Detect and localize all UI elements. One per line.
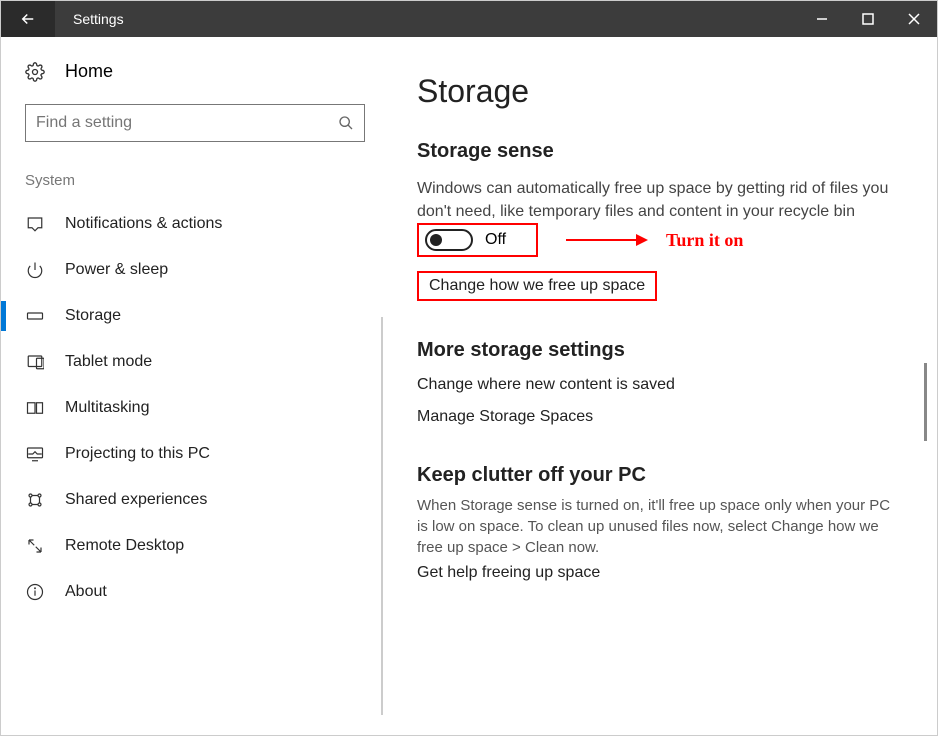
manage-storage-spaces-link[interactable]: Manage Storage Spaces bbox=[417, 408, 593, 426]
change-free-up-link[interactable]: Change how we free up space bbox=[429, 277, 645, 295]
nav-projecting[interactable]: Projecting to this PC bbox=[25, 431, 381, 477]
get-help-link[interactable]: Get help freeing up space bbox=[417, 564, 600, 582]
toggle-state-label: Off bbox=[485, 231, 506, 249]
home-button[interactable]: Home bbox=[25, 61, 381, 82]
nav-power[interactable]: Power & sleep bbox=[25, 247, 381, 293]
clutter-desc: When Storage sense is turned on, it'll f… bbox=[417, 495, 897, 558]
projecting-icon bbox=[25, 445, 45, 463]
nav-storage[interactable]: Storage bbox=[25, 293, 381, 339]
maximize-button[interactable] bbox=[845, 1, 891, 37]
nav-remote[interactable]: Remote Desktop bbox=[25, 523, 381, 569]
maximize-icon bbox=[862, 13, 874, 25]
back-button[interactable] bbox=[1, 1, 55, 37]
main-panel: Storage Storage sense Windows can automa… bbox=[381, 37, 937, 735]
window-title: Settings bbox=[73, 11, 124, 27]
home-label: Home bbox=[65, 61, 113, 82]
nav-label: Shared experiences bbox=[65, 491, 207, 509]
nav-label: Storage bbox=[65, 307, 121, 325]
toggle-knob bbox=[430, 234, 442, 246]
nav-label: Projecting to this PC bbox=[65, 445, 210, 463]
message-icon bbox=[25, 215, 45, 233]
nav-label: Power & sleep bbox=[65, 261, 168, 279]
gear-icon bbox=[25, 62, 45, 82]
search-input[interactable] bbox=[25, 104, 365, 142]
nav-shared[interactable]: Shared experiences bbox=[25, 477, 381, 523]
nav-label: Remote Desktop bbox=[65, 537, 184, 555]
nav-about[interactable]: About bbox=[25, 569, 381, 615]
section-storage-sense-heading: Storage sense bbox=[417, 140, 901, 163]
search-field[interactable] bbox=[36, 114, 338, 132]
close-button[interactable] bbox=[891, 1, 937, 37]
annotation-box-toggle: Off bbox=[417, 223, 538, 257]
arrow-left-icon bbox=[19, 10, 37, 28]
section-more-settings-heading: More storage settings bbox=[417, 339, 901, 362]
change-content-saved-link[interactable]: Change where new content is saved bbox=[417, 376, 675, 394]
nav-label: About bbox=[65, 583, 107, 601]
shared-icon bbox=[25, 491, 45, 509]
annotation-box-link: Change how we free up space bbox=[417, 271, 657, 301]
scrollbar[interactable] bbox=[924, 363, 927, 441]
multitasking-icon bbox=[25, 399, 45, 417]
storage-sense-toggle[interactable] bbox=[425, 229, 473, 251]
nav-multitasking[interactable]: Multitasking bbox=[25, 385, 381, 431]
section-clutter-heading: Keep clutter off your PC bbox=[417, 464, 901, 487]
minimize-button[interactable] bbox=[799, 1, 845, 37]
nav-label: Multitasking bbox=[65, 399, 149, 417]
sidebar: Home System Notifications & actions Powe… bbox=[1, 37, 381, 735]
titlebar: Settings bbox=[1, 1, 937, 37]
nav-label: Notifications & actions bbox=[65, 215, 222, 233]
remote-icon bbox=[25, 537, 45, 555]
search-icon bbox=[338, 115, 354, 131]
nav-notifications[interactable]: Notifications & actions bbox=[25, 201, 381, 247]
storage-sense-desc: Windows can automatically free up space … bbox=[417, 177, 897, 223]
page-title: Storage bbox=[417, 73, 901, 110]
nav-label: Tablet mode bbox=[65, 353, 152, 371]
storage-icon bbox=[25, 307, 45, 325]
nav-tablet[interactable]: Tablet mode bbox=[25, 339, 381, 385]
power-icon bbox=[25, 261, 45, 279]
info-icon bbox=[25, 583, 45, 601]
minimize-icon bbox=[816, 13, 828, 25]
category-label: System bbox=[25, 172, 381, 189]
close-icon bbox=[908, 13, 920, 25]
window-controls bbox=[799, 1, 937, 37]
annotation-text: Turn it on bbox=[666, 230, 743, 251]
divider-left bbox=[381, 317, 383, 715]
tablet-icon bbox=[25, 353, 45, 371]
annotation-arrow bbox=[566, 239, 646, 241]
nav-list: Notifications & actions Power & sleep St… bbox=[25, 201, 381, 615]
